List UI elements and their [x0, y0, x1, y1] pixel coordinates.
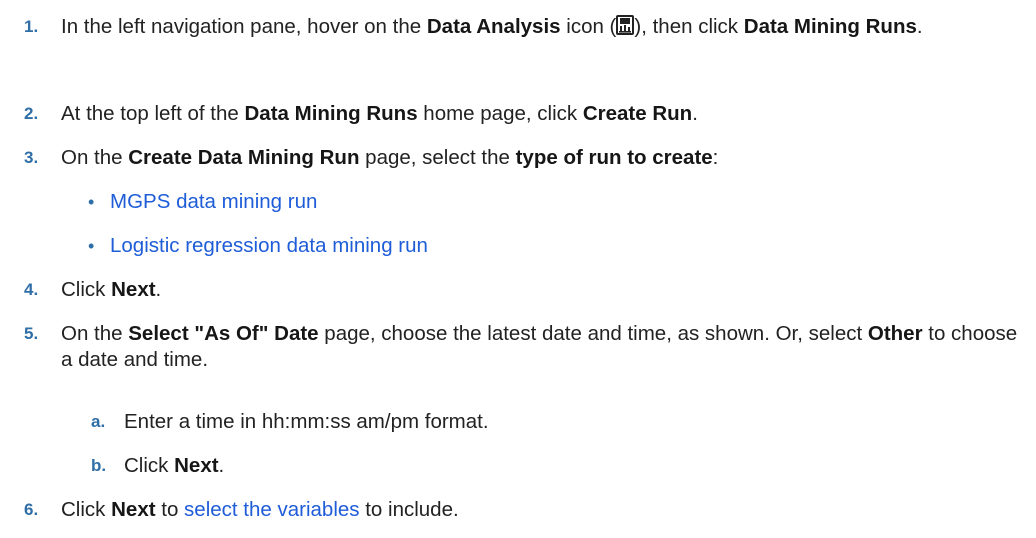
step-text-part: At the top left of the: [61, 102, 245, 125]
ui-term: Create Run: [582, 102, 693, 125]
bullet-marker: •: [88, 192, 95, 212]
step-text-part: .: [218, 454, 225, 477]
step-text-part: home page, click: [417, 102, 583, 125]
step-text-part: page, choose the latest date and time, a…: [318, 322, 868, 345]
step-number: 6.: [24, 500, 39, 519]
step-text-part: .: [916, 15, 923, 38]
step-number: 4.: [24, 280, 39, 299]
step-text-part: to include.: [359, 498, 459, 521]
ui-term: Data Analysis: [426, 15, 561, 38]
data-analysis-icon: [616, 15, 635, 35]
substep-text: Enter a time in hh:mm:ss am/pm format.: [124, 410, 489, 433]
step-text: Click Next to select the variables to in…: [61, 497, 1021, 523]
select-variables-link[interactable]: select the variables: [184, 498, 359, 521]
substep-letter: a.: [91, 412, 106, 431]
logistic-regression-run-link[interactable]: Logistic regression data mining run: [110, 233, 428, 259]
bullet-marker: •: [88, 236, 95, 256]
step-number: 2.: [24, 104, 39, 123]
ui-term: Select "As Of" Date: [128, 322, 319, 345]
step-text: On the Select "As Of" Date page, choose …: [61, 321, 1026, 373]
step-text-part: .: [692, 102, 698, 125]
step-text: At the top left of the Data Mining Runs …: [61, 101, 1021, 127]
ui-term: Data Mining Runs: [244, 102, 418, 125]
mgps-run-link[interactable]: MGPS data mining run: [110, 189, 317, 215]
step-text-part: On the: [61, 146, 129, 169]
step-text-part: On the: [61, 322, 129, 345]
substep-letter: b.: [91, 456, 107, 475]
ui-term: Create Data Mining Run: [128, 146, 360, 169]
ui-term: Next: [111, 498, 156, 521]
step-text-part: .: [155, 278, 162, 301]
ui-term: type of run to create: [515, 146, 713, 169]
step-text-part: to: [155, 498, 185, 521]
step-number: 1.: [24, 17, 39, 36]
substep-text: Click Next.: [124, 453, 224, 479]
step-text-part: In the left navigation pane, hover on th…: [61, 15, 427, 38]
step-text: Click Next.: [61, 277, 1021, 303]
step-text-part: icon (: [560, 15, 617, 38]
step-text-part: :: [712, 146, 719, 169]
step-number: 3.: [24, 148, 39, 167]
step-text-part: page, select the: [359, 146, 516, 169]
step-number: 5.: [24, 324, 39, 343]
step-text-part: ), then click: [634, 15, 744, 38]
step-text: On the Create Data Mining Run page, sele…: [61, 145, 1021, 171]
ui-term: Next: [111, 278, 156, 301]
step-text-part: Click: [61, 278, 112, 301]
step-text: In the left navigation pane, hover on th…: [61, 14, 1011, 40]
ui-term: Next: [174, 454, 219, 477]
ui-term: Other: [867, 322, 923, 345]
ui-term: Data Mining Runs: [743, 15, 917, 38]
step-text-part: Click: [61, 498, 112, 521]
step-text-part: Click: [124, 454, 175, 477]
